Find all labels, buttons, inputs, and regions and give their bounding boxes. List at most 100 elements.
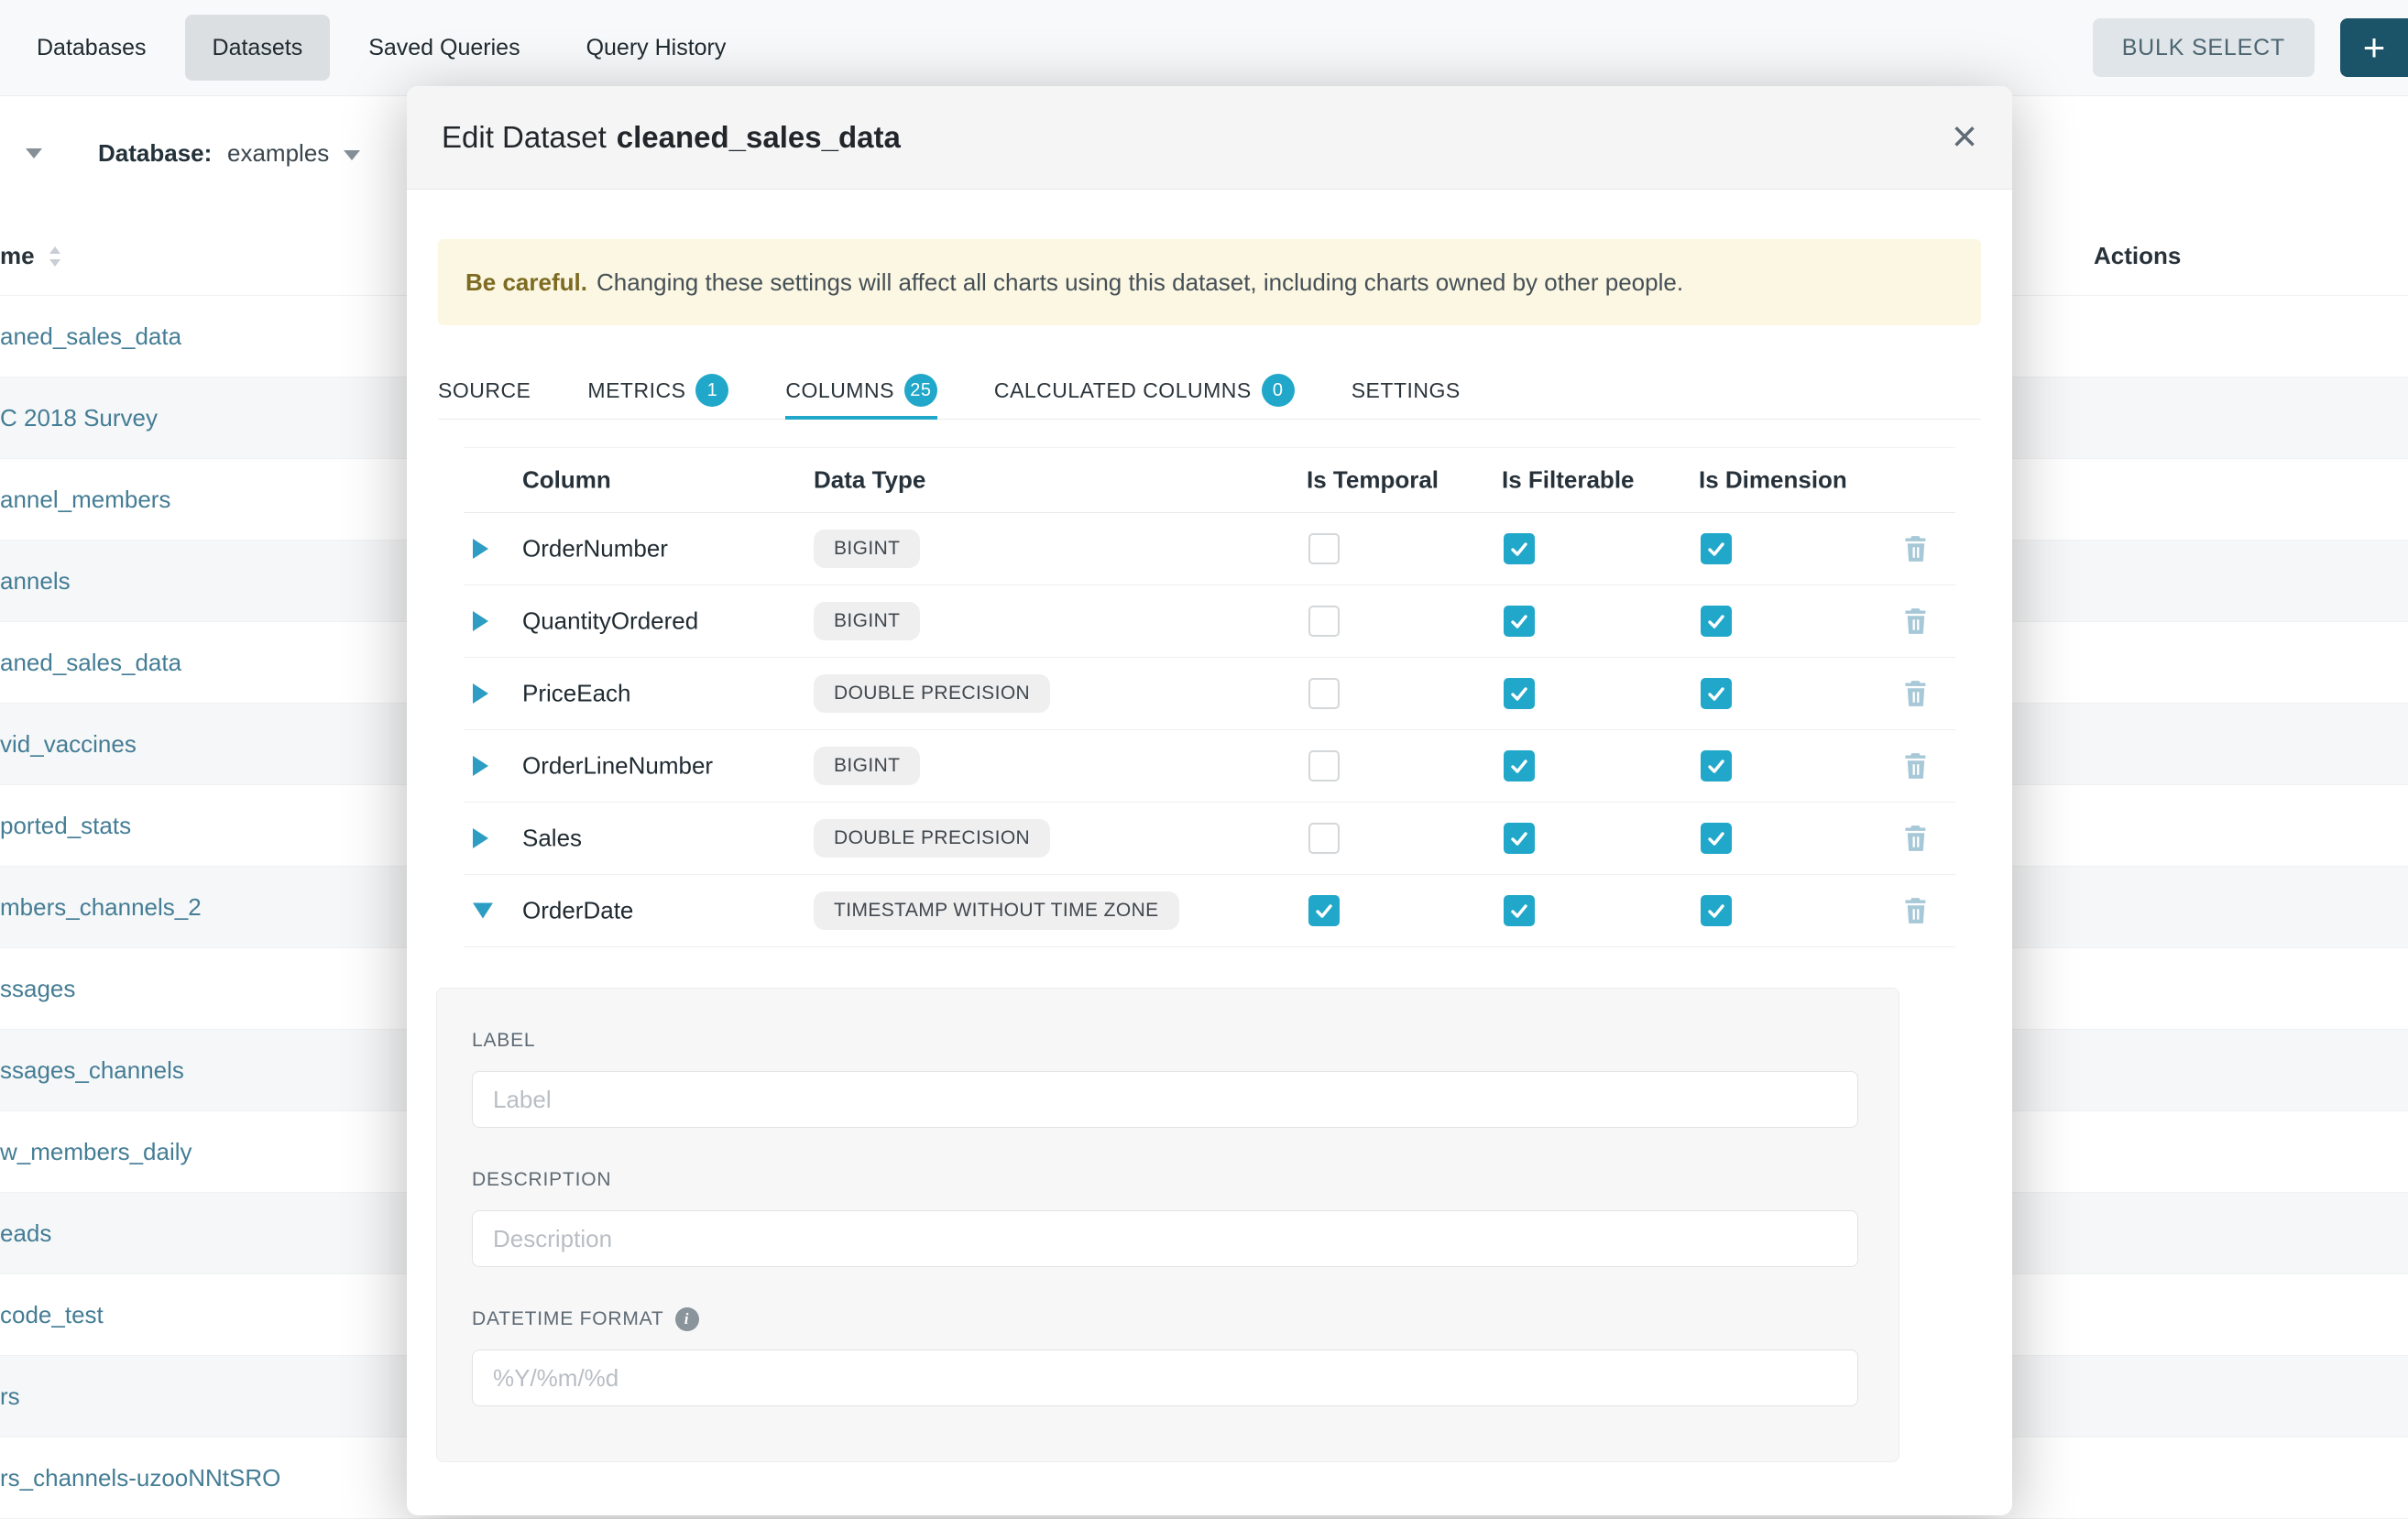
column-header-data-type: Data Type	[814, 466, 925, 495]
close-icon[interactable]: ×	[1952, 115, 1977, 159]
database-filter-value: examples	[227, 139, 329, 168]
data-type-pill: TIMESTAMP WITHOUT TIME ZONE	[814, 891, 1179, 930]
name-column-header-label: me	[0, 242, 35, 270]
modal-header: Edit Dataset cleaned_sales_data ×	[407, 86, 2012, 190]
is-temporal-unchecked-checkbox[interactable]	[1308, 750, 1340, 781]
tab-label: SOURCE	[438, 378, 531, 403]
tab-label: SETTINGS	[1352, 378, 1461, 403]
edit-dataset-modal: Edit Dataset cleaned_sales_data × Be car…	[407, 86, 2012, 1515]
modal-title-dataset-name: cleaned_sales_data	[617, 120, 901, 155]
caret-down-icon[interactable]	[26, 148, 42, 158]
warning-banner: Be careful. Changing these settings will…	[438, 239, 1981, 325]
is-filterable-checked-checkbox[interactable]	[1504, 895, 1535, 926]
column-row-quantityordered: QuantityOrderedBIGINT	[464, 585, 1955, 658]
description-input[interactable]	[472, 1210, 1858, 1267]
database-filter-select[interactable]: examples	[227, 139, 360, 168]
dataset-link[interactable]: rs_channels-uzooNNtSRO	[0, 1464, 280, 1492]
is-dimension-checked-checkbox[interactable]	[1701, 750, 1732, 781]
is-dimension-checked-checkbox[interactable]	[1701, 533, 1732, 564]
columns-rows: OrderNumberBIGINTQuantityOrderedBIGINTPr…	[464, 513, 1955, 947]
bulk-select-button[interactable]: BULK SELECT	[2093, 18, 2315, 77]
tab-columns[interactable]: COLUMNS25	[785, 362, 937, 419]
column-row-orderlinenumber: OrderLineNumberBIGINT	[464, 730, 1955, 803]
tab-settings[interactable]: SETTINGS	[1352, 362, 1461, 419]
tab-calculated-columns[interactable]: CALCULATED COLUMNS 0	[994, 362, 1295, 419]
delete-column-icon[interactable]	[1902, 534, 1930, 563]
dataset-link[interactable]: annel_members	[0, 486, 170, 514]
sort-icon[interactable]	[46, 245, 64, 268]
is-dimension-checked-checkbox[interactable]	[1701, 606, 1732, 637]
top-navigation: DatabasesDatasetsSaved QueriesQuery Hist…	[0, 0, 2408, 96]
is-filterable-checked-checkbox[interactable]	[1504, 533, 1535, 564]
info-icon[interactable]: i	[675, 1307, 699, 1331]
delete-column-icon[interactable]	[1902, 607, 1930, 636]
dataset-link[interactable]: ssages	[0, 975, 75, 1003]
dataset-link[interactable]: mbers_channels_2	[0, 893, 202, 922]
data-type-pill: DOUBLE PRECISION	[814, 674, 1050, 713]
dataset-link[interactable]: aned_sales_data	[0, 649, 181, 677]
is-filterable-checked-checkbox[interactable]	[1504, 606, 1535, 637]
expand-caret-icon[interactable]	[473, 756, 488, 776]
topnav-right: BULK SELECT +	[2093, 0, 2408, 95]
dataset-link[interactable]: ssages_channels	[0, 1056, 184, 1085]
collapse-caret-icon[interactable]	[473, 903, 493, 919]
is-filterable-checked-checkbox[interactable]	[1504, 823, 1535, 854]
expand-caret-icon[interactable]	[473, 683, 488, 704]
is-temporal-checked-checkbox[interactable]	[1308, 895, 1340, 926]
delete-column-icon[interactable]	[1902, 751, 1930, 781]
is-temporal-unchecked-checkbox[interactable]	[1308, 533, 1340, 564]
nav-item-query-history[interactable]: Query History	[559, 15, 754, 81]
modal-title-prefix: Edit Dataset	[442, 120, 607, 155]
nav-item-saved-queries[interactable]: Saved Queries	[341, 15, 547, 81]
is-dimension-checked-checkbox[interactable]	[1701, 823, 1732, 854]
is-dimension-checked-checkbox[interactable]	[1701, 678, 1732, 709]
is-dimension-checked-checkbox[interactable]	[1701, 895, 1732, 926]
expand-caret-icon[interactable]	[473, 611, 488, 631]
is-filterable-checked-checkbox[interactable]	[1504, 750, 1535, 781]
modal-tabs: SOURCE METRICS1 COLUMNS25 CALCULATED COLUMN…	[438, 362, 1981, 420]
column-row-orderdate: OrderDateTIMESTAMP WITHOUT TIME ZONE	[464, 875, 1955, 947]
warning-text: Changing these settings will affect all …	[597, 268, 1683, 297]
dataset-link[interactable]: eads	[0, 1219, 51, 1248]
tab-source[interactable]: SOURCE	[438, 362, 531, 419]
label-field-label: LABEL	[472, 1029, 1858, 1053]
is-filterable-checked-checkbox[interactable]	[1504, 678, 1535, 709]
dataset-link[interactable]: w_members_daily	[0, 1138, 192, 1166]
is-temporal-unchecked-checkbox[interactable]	[1308, 823, 1340, 854]
dataset-link[interactable]: code_test	[0, 1301, 104, 1329]
caret-down-icon	[344, 150, 360, 160]
datetime-format-field-label: DATETIME FORMAT i	[472, 1307, 1858, 1331]
dataset-link[interactable]: C 2018 Survey	[0, 404, 158, 432]
description-field-label: DESCRIPTION	[472, 1168, 1858, 1192]
datetime-format-input[interactable]	[472, 1350, 1858, 1406]
column-row-sales: SalesDOUBLE PRECISION	[464, 803, 1955, 875]
delete-column-icon[interactable]	[1902, 824, 1930, 853]
data-type-pill: DOUBLE PRECISION	[814, 819, 1050, 858]
column-header-is-temporal: Is Temporal	[1307, 466, 1439, 495]
nav-item-databases[interactable]: Databases	[9, 15, 174, 81]
delete-column-icon[interactable]	[1902, 679, 1930, 708]
dataset-link[interactable]: annels	[0, 567, 71, 596]
description-field-label-text: DESCRIPTION	[472, 1168, 611, 1192]
name-column-header[interactable]: me	[0, 242, 64, 270]
dataset-link[interactable]: vid_vaccines	[0, 730, 137, 759]
warning-bold-text: Be careful.	[465, 268, 587, 297]
data-type-pill: BIGINT	[814, 530, 920, 568]
expand-caret-icon[interactable]	[473, 828, 488, 848]
is-temporal-unchecked-checkbox[interactable]	[1308, 678, 1340, 709]
tab-metrics[interactable]: METRICS1	[587, 362, 728, 419]
nav-item-datasets[interactable]: Datasets	[185, 15, 331, 81]
column-row-ordernumber: OrderNumber BIGINT	[464, 513, 1955, 585]
dataset-link[interactable]: ported_stats	[0, 812, 131, 840]
delete-column-icon[interactable]	[1902, 896, 1930, 925]
tab-count-badge: 0	[1262, 374, 1295, 407]
label-input[interactable]	[472, 1071, 1858, 1128]
is-temporal-unchecked-checkbox[interactable]	[1308, 606, 1340, 637]
tab-label: CALCULATED COLUMNS	[994, 378, 1252, 403]
add-dataset-button[interactable]: +	[2340, 18, 2408, 77]
dataset-link[interactable]: rs	[0, 1382, 20, 1411]
database-filter-label: Database:	[98, 139, 212, 168]
column-name: OrderNumber	[522, 535, 668, 563]
expand-caret-icon[interactable]	[473, 539, 488, 559]
dataset-link[interactable]: aned_sales_data	[0, 322, 181, 351]
